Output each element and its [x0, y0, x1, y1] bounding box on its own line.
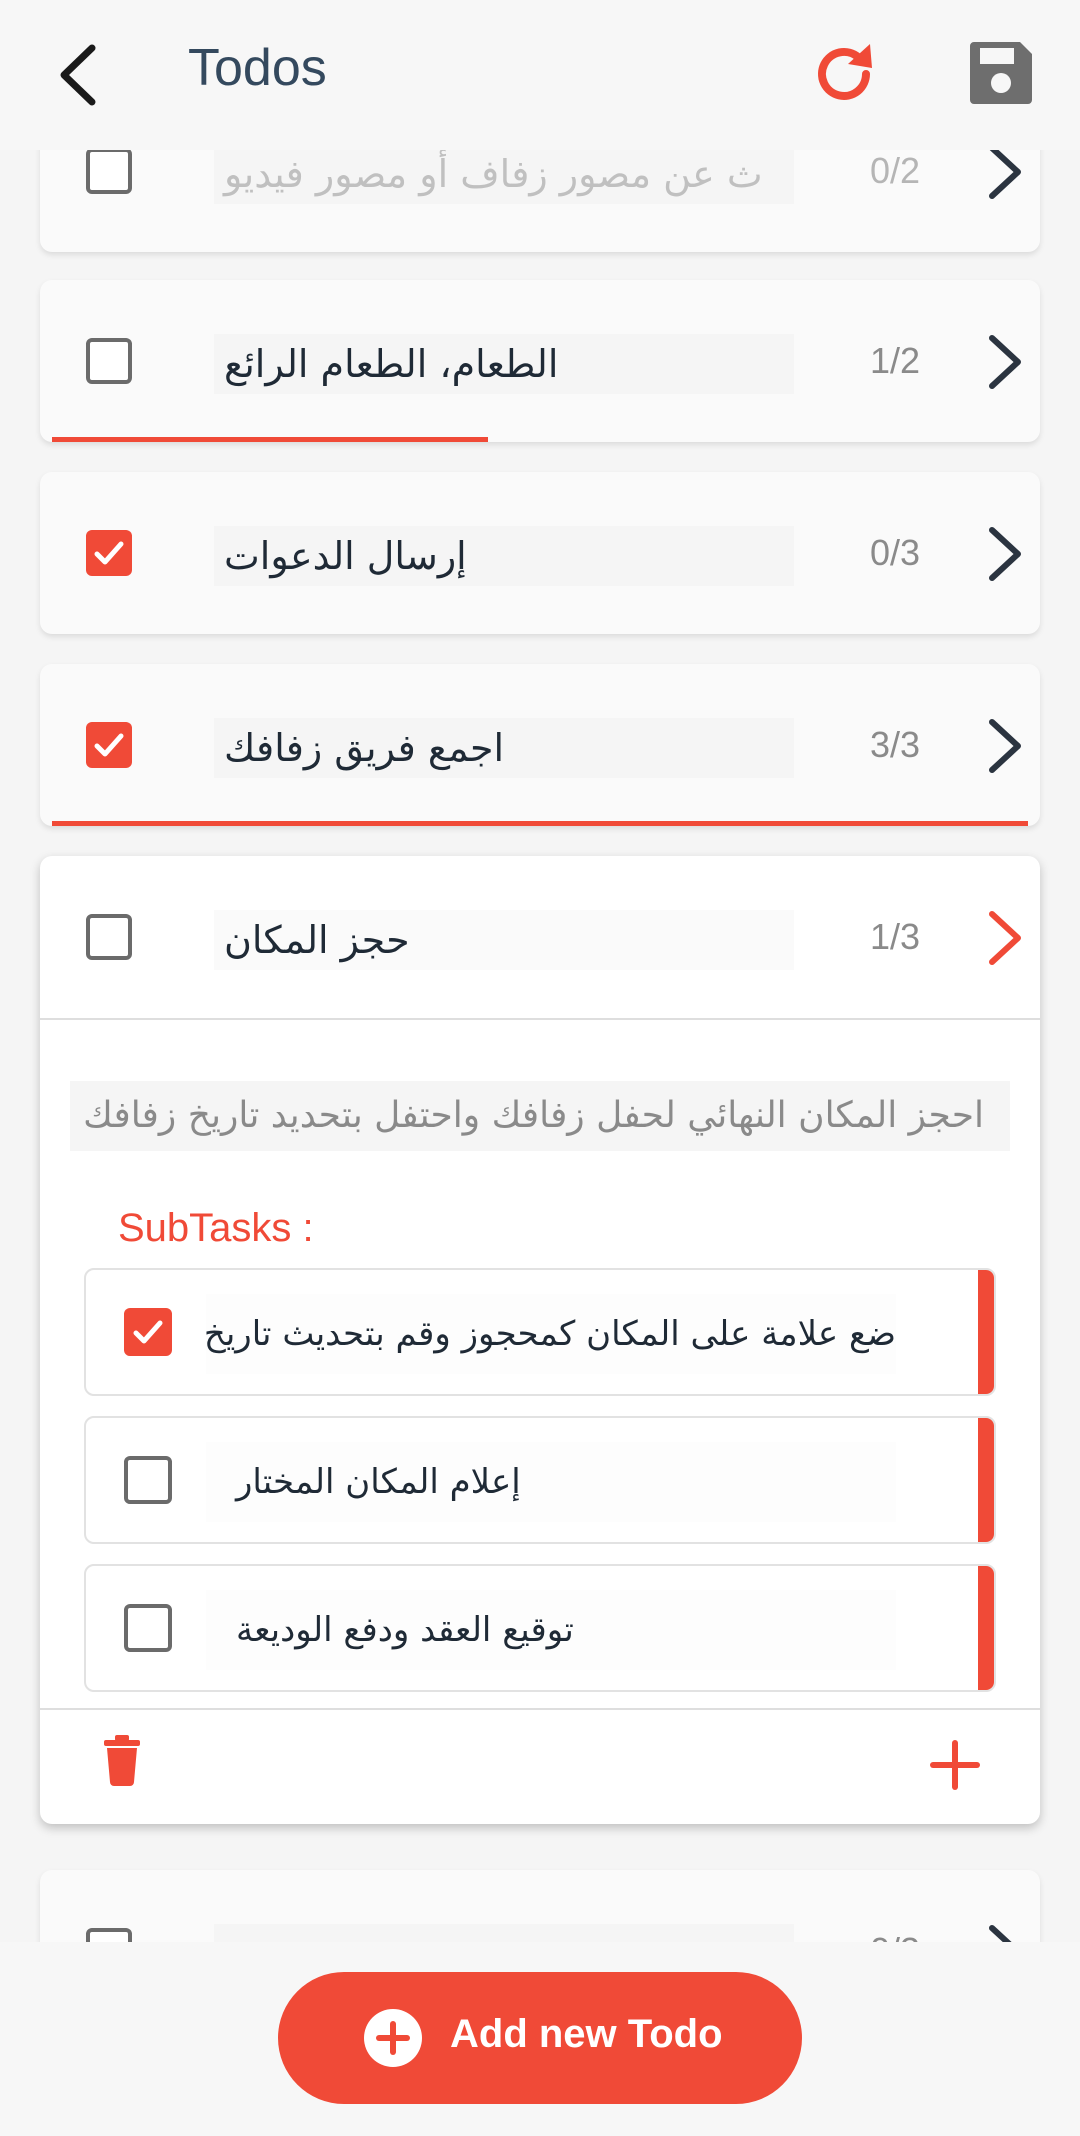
todo-card-expanded[interactable]: حجز المكان 1/3 احجز المكان النهائي لحفل …	[40, 856, 1040, 1824]
add-new-todo-label: Add new Todo	[450, 2012, 723, 2056]
subtask-accent-bar	[978, 1270, 994, 1394]
todo-row[interactable]: الطعام، الطعام الرائع 1/2	[40, 280, 1040, 442]
todo-title: ث عن مصور زفاف أو مصور فيديو	[214, 150, 794, 204]
todo-card[interactable]: ث عن مصور زفاف أو مصور فيديو 0/2	[40, 150, 1040, 252]
todo-card[interactable]: إرسال الدعوات 0/3	[40, 472, 1040, 634]
todo-checkbox[interactable]	[86, 338, 132, 384]
subtask-accent-bar	[978, 1566, 994, 1690]
page-title: Todos	[188, 39, 327, 97]
add-subtask-icon[interactable]	[930, 1740, 980, 1790]
todo-count: 0/2	[870, 150, 921, 191]
todo-count: 3/3	[870, 724, 921, 765]
todo-checkbox[interactable]	[86, 914, 132, 960]
todo-title: اجمع فريق زفافك	[214, 718, 794, 778]
todo-checkbox[interactable]	[86, 1928, 132, 1942]
todo-card[interactable]: اجمع فريق زفافك 3/3	[40, 664, 1040, 826]
refresh-icon[interactable]	[808, 38, 880, 110]
todo-row[interactable]: إرسال الدعوات 0/3	[40, 472, 1040, 634]
todo-checkbox[interactable]	[86, 530, 132, 576]
todo-count: 0/3	[870, 532, 921, 573]
chevron-right-icon[interactable]	[980, 332, 1030, 392]
chevron-right-icon[interactable]	[980, 150, 1030, 202]
check-icon	[133, 1320, 163, 1344]
trash-icon[interactable]	[102, 1734, 142, 1786]
check-icon	[94, 541, 124, 565]
subtasks-label: SubTasks :	[118, 1206, 314, 1250]
check-icon	[94, 733, 124, 757]
todo-progress-bar	[52, 437, 488, 442]
chevron-right-icon[interactable]	[980, 908, 1030, 968]
subtask-title[interactable]: توقيع العقد ودفع الوديعة	[206, 1590, 896, 1670]
todo-title: الطعام، الطعام الرائع	[214, 334, 794, 394]
todo-count: 0/3	[870, 1930, 920, 1942]
todo-title: حجز المكان	[214, 910, 794, 970]
todo-checkbox[interactable]	[86, 722, 132, 768]
app-bar: Todos	[0, 0, 1080, 150]
save-icon[interactable]	[966, 38, 1036, 108]
add-new-todo-button[interactable]: Add new Todo	[278, 1972, 802, 2104]
divider	[40, 1708, 1040, 1710]
subtask-checkbox[interactable]	[124, 1604, 172, 1652]
subtask-checkbox[interactable]	[124, 1308, 172, 1356]
divider	[40, 1018, 1040, 1020]
todo-card[interactable]: الطعام، الطعام الرائع 1/2	[40, 280, 1040, 442]
plus-circle-icon	[364, 2009, 422, 2067]
todo-checkbox[interactable]	[86, 150, 132, 194]
todo-count: 1/3	[870, 916, 921, 957]
todo-title: إرسال الدعوات	[214, 526, 794, 586]
todo-row[interactable]: ث عن مصور زفاف أو مصور فيديو 0/2	[40, 150, 1040, 252]
subtask-item[interactable]: ضع علامة على المكان كمحجوز وقم بتحديث تا…	[84, 1268, 996, 1396]
todo-title	[214, 1924, 794, 1942]
todo-row[interactable]: 0/3	[40, 1870, 1040, 1942]
todo-description[interactable]: احجز المكان النهائي لحفل زفافك واحتفل بت…	[70, 1081, 1010, 1151]
subtask-item[interactable]: توقيع العقد ودفع الوديعة	[84, 1564, 996, 1692]
subtask-accent-bar	[978, 1418, 994, 1542]
subtask-title[interactable]: إعلام المكان المختار	[206, 1442, 896, 1522]
subtask-title[interactable]: ضع علامة على المكان كمحجوز وقم بتحديث تا…	[206, 1294, 896, 1374]
subtask-checkbox[interactable]	[124, 1456, 172, 1504]
chevron-right-icon[interactable]	[980, 716, 1030, 776]
chevron-right-icon[interactable]	[980, 524, 1030, 584]
todo-row[interactable]: اجمع فريق زفافك 3/3	[40, 664, 1040, 826]
chevron-right-icon[interactable]	[980, 1922, 1030, 1942]
back-chevron-icon[interactable]	[50, 40, 110, 110]
todo-count: 1/2	[870, 340, 921, 381]
todo-progress-bar	[52, 821, 1028, 826]
subtask-item[interactable]: إعلام المكان المختار	[84, 1416, 996, 1544]
todo-card[interactable]: 0/3	[40, 1870, 1040, 1942]
todo-row[interactable]: حجز المكان 1/3	[40, 856, 1040, 1018]
todo-list[interactable]: ث عن مصور زفاف أو مصور فيديو 0/2 الطعام،…	[0, 150, 1080, 1942]
